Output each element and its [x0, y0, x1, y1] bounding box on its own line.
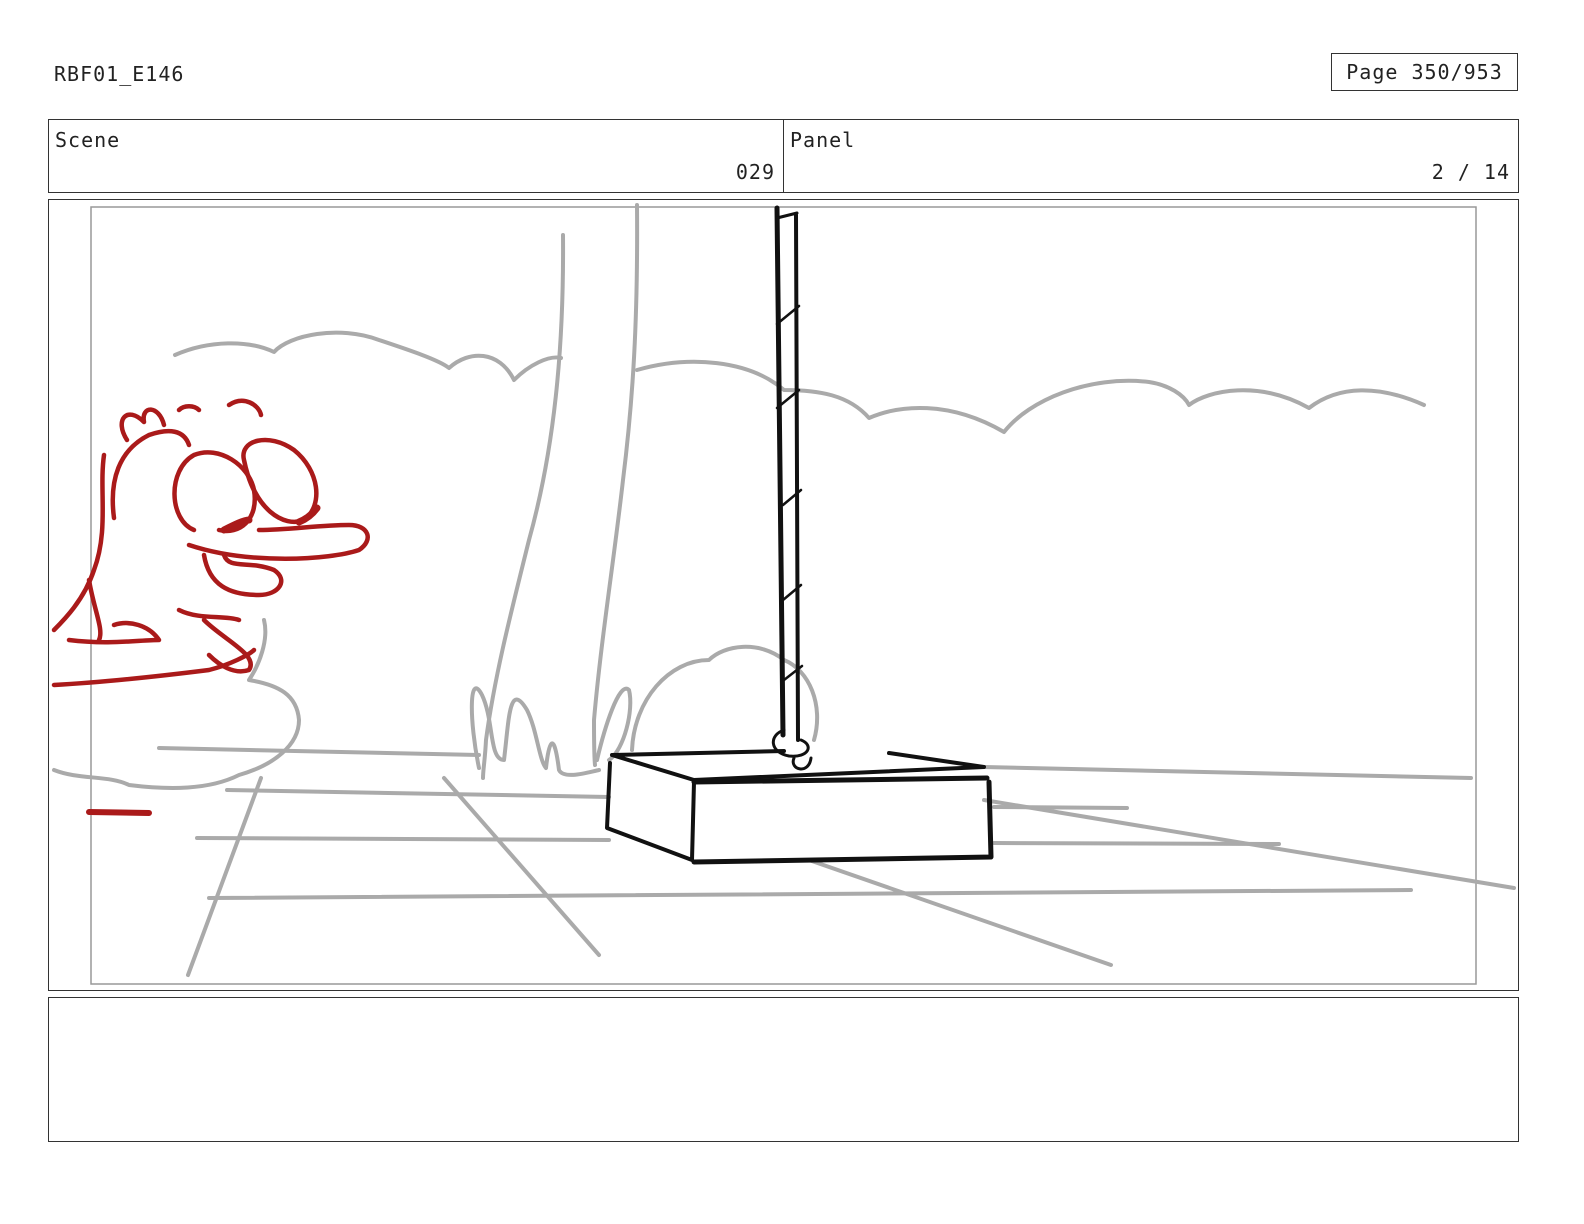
pole-right-edge [794, 213, 800, 742]
bush-behind-block [630, 644, 820, 752]
document-title: RBF01_E146 [54, 62, 185, 86]
character-accent [86, 809, 152, 816]
tree-trunk-right [592, 203, 640, 767]
tree-trunk-left [481, 233, 566, 780]
character-mouth [201, 552, 284, 598]
scene-label: Scene [55, 128, 121, 152]
block-front-bottom [691, 779, 994, 865]
character-beak [186, 522, 370, 561]
pavement-line-3 [207, 888, 1413, 900]
panel-label: Panel [790, 128, 856, 152]
character-body-line [51, 647, 257, 688]
scene-number: 029 [735, 160, 775, 184]
ground-line-right [982, 765, 1473, 780]
cloud-left [173, 330, 563, 382]
storyboard-sketch [51, 203, 1516, 985]
character-arm [66, 577, 162, 645]
pavement-line-4 [992, 805, 1129, 810]
pole-top [775, 211, 799, 220]
pavement-diagonal-2 [442, 776, 601, 957]
pavement-diagonal-3 [807, 858, 1113, 967]
page-indicator: Page 350/953 [1331, 53, 1518, 91]
scene-cell: Scene 029 [49, 120, 783, 192]
character-hand [176, 607, 253, 674]
pavement-line-2 [195, 836, 611, 842]
panel-cell: Panel 2 / 14 [783, 120, 1518, 192]
pavement-line-1 [225, 788, 611, 799]
panel-notes-box [48, 997, 1519, 1142]
character-hair [119, 398, 264, 443]
page-label: Page 350/953 [1346, 60, 1503, 84]
character-pupil-right [295, 504, 321, 526]
pavement-diagonal-1 [186, 776, 263, 977]
storyboard-panel [48, 199, 1519, 991]
panel-number: 2 / 14 [1431, 160, 1510, 184]
grass-tuft-2 [595, 686, 633, 762]
ground-line-left [157, 746, 481, 757]
scene-panel-header: Scene 029 Panel 2 / 14 [48, 119, 1519, 193]
cloud-right [635, 359, 1426, 434]
pole-prop [605, 205, 994, 865]
